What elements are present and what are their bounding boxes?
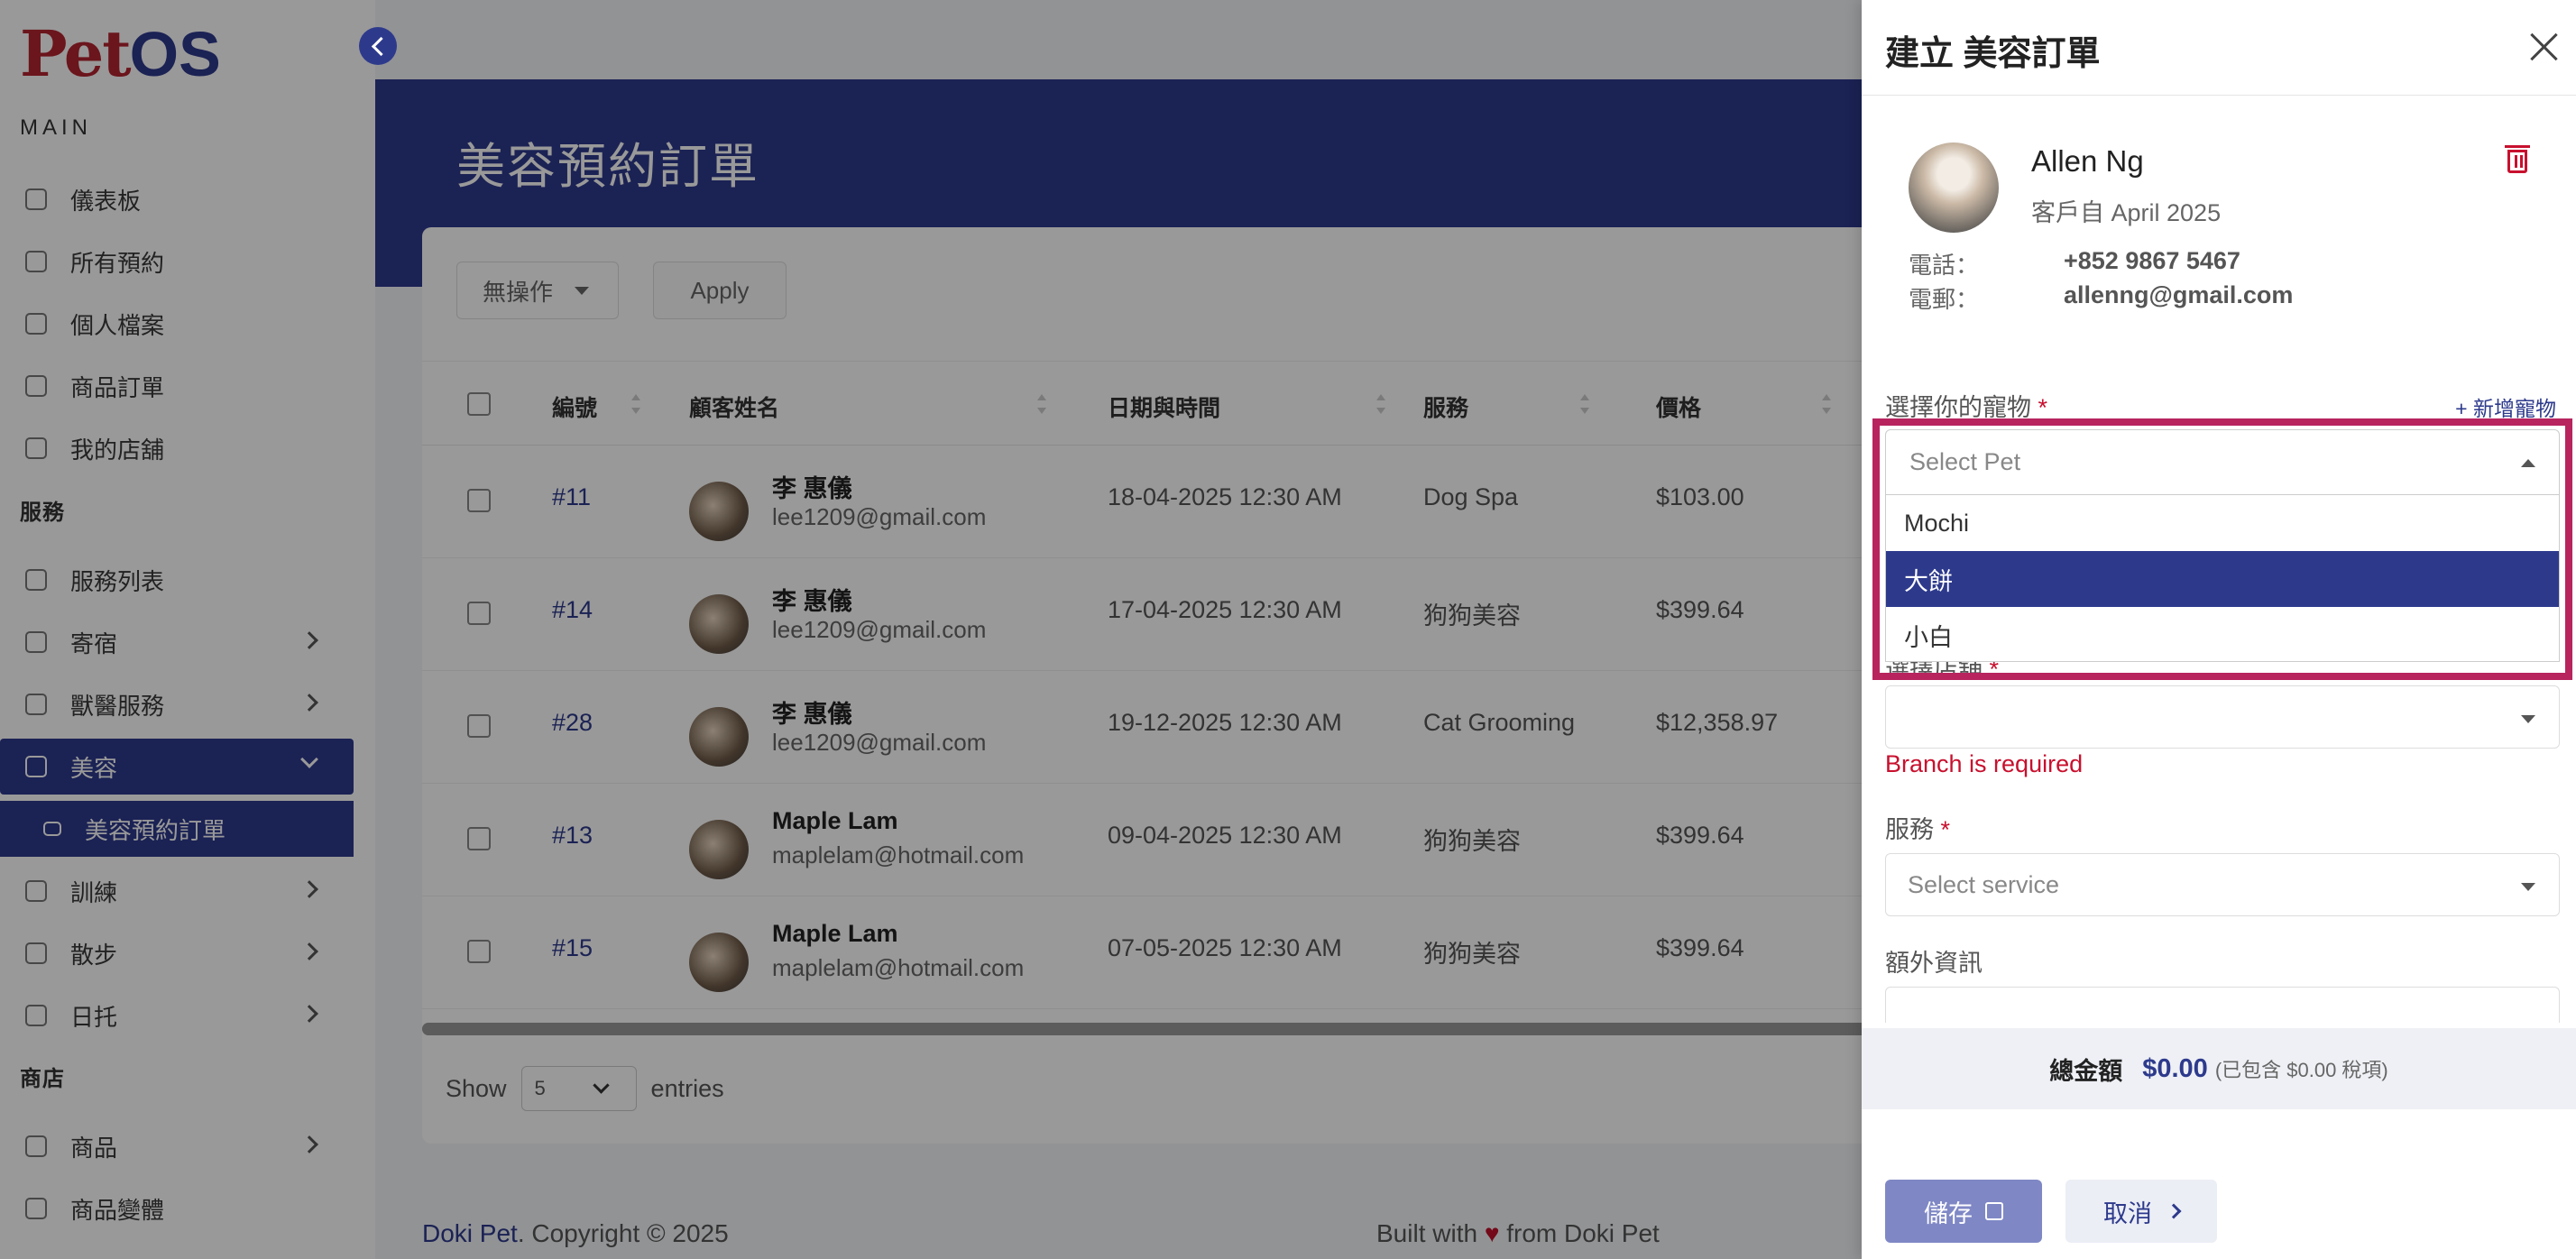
pet-field-label: 選擇你的寵物 * [1885,388,2047,423]
caret-up-icon [2521,459,2535,467]
drawer-title: 建立 美容訂單 [1885,35,2101,73]
save-icon [1985,1202,2003,1220]
pet-option[interactable]: 小白 [1886,607,2559,663]
email-value: allenng@gmail.com [2064,281,2294,308]
pet-select[interactable]: Select Pet [1885,429,2560,494]
caret-down-icon [2521,715,2535,723]
required-mark: * [2038,394,2048,421]
sidebar-collapse-button[interactable] [359,27,397,65]
total-amount: $0.00 [2142,1053,2208,1083]
pet-option[interactable]: Mochi [1886,495,2559,551]
app: PetOS MAIN 儀表板 所有預約 個人檔案 商品訂單 我的店舖 服務 服務… [0,0,2576,1259]
total-label: 總金額 [2049,1057,2123,1085]
create-grooming-order-drawer: 建立 美容訂單 Allen Ng 客戶自 April 2025 電話： +852… [1862,0,2576,1259]
extra-info-label: 額外資訊 [1885,950,1983,977]
pet-options-list: Mochi 大餅 小白 [1885,494,2560,662]
cancel-label: 取消 [2103,1199,2152,1227]
pet-label-text: 選擇你的寵物 [1885,394,2031,421]
total-summary: 總金額 $0.00 (已包含 $0.00 稅項) [1862,1028,2576,1109]
customer-name: Allen Ng [2031,144,2144,178]
close-icon[interactable] [2525,29,2562,65]
service-label-text: 服務 [1885,816,1934,843]
required-mark: * [1940,816,1951,843]
service-select[interactable]: Select service [1885,853,2560,916]
drawer-header: 建立 美容訂單 [1862,0,2576,96]
tax-note: (已包含 $0.00 稅項) [2214,1059,2388,1081]
service-placeholder: Select service [1908,870,2060,898]
save-label: 儲存 [1924,1199,1973,1227]
add-pet-link[interactable]: + 新增寵物 [2455,391,2556,422]
branch-select[interactable] [1885,685,2560,749]
email-label: 電郵： [1909,286,1980,313]
branch-error-message: Branch is required [1885,750,2084,777]
cancel-button[interactable]: 取消 [2065,1180,2217,1243]
caret-down-icon [2521,883,2535,891]
service-field-label: 服務 * [1885,810,1950,845]
pet-option-highlighted[interactable]: 大餅 [1886,551,2559,607]
modal-backdrop[interactable] [0,0,1862,1259]
pet-placeholder: Select Pet [1909,448,2021,475]
extra-info-textarea[interactable] [1885,987,2560,1023]
customer-avatar [1909,142,1999,233]
chevron-right-icon [2166,1203,2182,1219]
phone-value: +852 9867 5467 [2064,247,2240,274]
customer-since: 客戶自 April 2025 [2031,199,2222,226]
trash-icon[interactable] [2505,145,2530,173]
save-button[interactable]: 儲存 [1885,1180,2042,1243]
phone-label: 電話： [1909,252,1980,279]
